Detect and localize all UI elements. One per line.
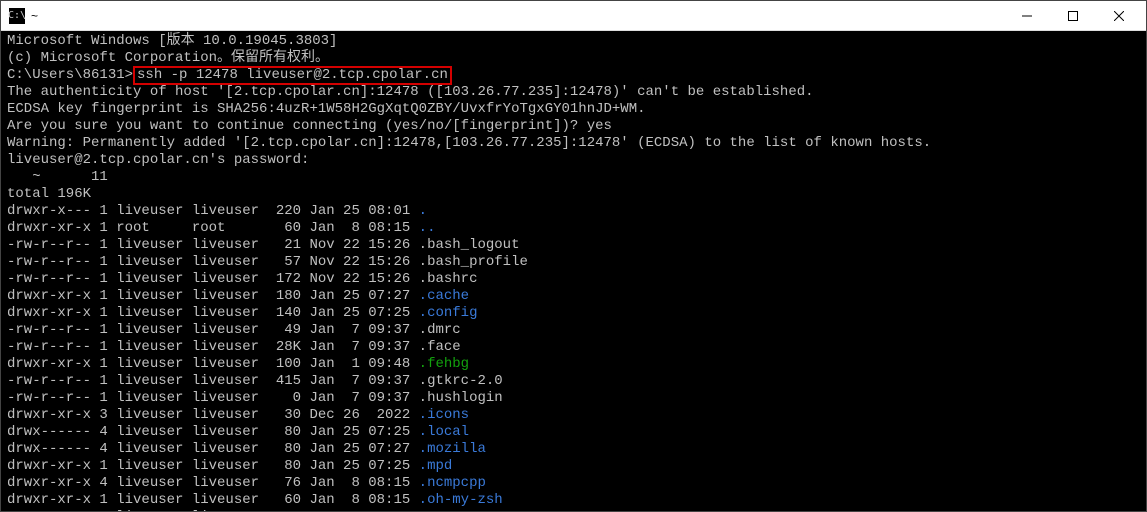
ls-row: drwxr-xr-x 1 root root 60 Jan 8 08:15 .. <box>7 220 1140 237</box>
ls-name: . <box>419 203 427 219</box>
ls-meta: drwxr-xr-x 3 liveuser liveuser 30 Dec 26… <box>7 407 419 423</box>
ls-meta: -rw-r--r-- 1 liveuser liveuser 28K Jan 7… <box>7 339 419 355</box>
ls-meta: -rw-r--r-- 1 liveuser liveuser 49 Jan 7 … <box>7 322 419 338</box>
ls-row: -rw-r--r-- 1 liveuser liveuser 49 Jan 7 … <box>7 322 1140 339</box>
ls-row: -rw-r--r-- 1 liveuser liveuser 57 Nov 22… <box>7 254 1140 271</box>
highlighted-command: ssh -p 12478 liveuser@2.tcp.cpolar.cn <box>133 66 452 85</box>
ls-name: .mozilla <box>419 441 486 457</box>
ls-row: drwxr-x--- 1 liveuser liveuser 220 Jan 2… <box>7 203 1140 220</box>
ls-name: .face <box>419 339 461 355</box>
ls-name: .icons <box>419 407 469 423</box>
ls-row: -rw-r--r-- 1 liveuser liveuser 21 Nov 22… <box>7 237 1140 254</box>
ls-meta: drwxr-xr-x 4 liveuser liveuser 76 Jan 8 … <box>7 475 419 491</box>
cmd-icon: C:\ <box>9 8 25 24</box>
ls-row: drwxr-xr-x 3 liveuser liveuser 30 Dec 26… <box>7 407 1140 424</box>
ls-meta: drwxr-xr-x 1 liveuser liveuser 80 Jan 25… <box>7 458 419 474</box>
ls-name: .ncmpcpp <box>419 475 486 491</box>
ls-meta: drwxr-x--- 1 liveuser liveuser 220 Jan 2… <box>7 203 419 219</box>
ls-row: drwx------ 4 liveuser liveuser 80 Jan 25… <box>7 441 1140 458</box>
ls-meta: drwx------ 4 liveuser liveuser 80 Jan 25… <box>7 441 419 457</box>
ls-meta: -rw-r--r-- 1 liveuser liveuser 0 Jan 7 0… <box>7 390 419 406</box>
ls-meta: drwxr-xr-x 1 liveuser liveuser 100 Jan 1… <box>7 356 419 372</box>
ls-row: drwxr-xr-x 4 liveuser liveuser 76 Jan 8 … <box>7 475 1140 492</box>
ls-name: .oh-my-zsh <box>419 492 503 508</box>
ls-name: .gtkrc-2.0 <box>419 373 503 389</box>
ls-name: .bash_logout <box>419 237 520 253</box>
ls-name: .config <box>419 305 478 321</box>
minimize-button[interactable] <box>1004 1 1050 31</box>
prompt: C:\Users\86131> <box>7 67 133 83</box>
ls-meta: -rw-r--r-- 1 liveuser liveuser 3.7K Aug … <box>7 509 419 511</box>
output-line: ECDSA key fingerprint is SHA256:4uzR+1W5… <box>7 101 1140 118</box>
ls-name: .mpd <box>419 458 453 474</box>
close-icon <box>1114 11 1124 21</box>
output-line: ~ 11 <box>7 169 1140 186</box>
output-line: The authenticity of host '[2.tcp.cpolar.… <box>7 84 1140 101</box>
ls-row: -rw-r--r-- 1 liveuser liveuser 3.7K Aug … <box>7 509 1140 511</box>
maximize-button[interactable] <box>1050 1 1096 31</box>
prompt-line: C:\Users\86131>ssh -p 12478 liveuser@2.t… <box>7 67 1140 84</box>
minimize-icon <box>1022 11 1032 21</box>
ls-meta: drwxr-xr-x 1 liveuser liveuser 60 Jan 8 … <box>7 492 419 508</box>
output-line: liveuser@2.tcp.cpolar.cn's password: <box>7 152 1140 169</box>
ls-name: .bashrc <box>419 271 478 287</box>
ls-row: drwxr-xr-x 1 liveuser liveuser 100 Jan 1… <box>7 356 1140 373</box>
ls-name: .dmrc <box>419 322 461 338</box>
ls-name: .local <box>419 424 469 440</box>
banner-line: Microsoft Windows [版本 10.0.19045.3803] <box>7 33 1140 50</box>
ls-row: -rw-r--r-- 1 liveuser liveuser 415 Jan 7… <box>7 373 1140 390</box>
banner-line: (c) Microsoft Corporation。保留所有权利。 <box>7 50 1140 67</box>
ls-meta: -rw-r--r-- 1 liveuser liveuser 57 Nov 22… <box>7 254 419 270</box>
window-title: ~ <box>31 9 38 23</box>
ls-name: .fehbg <box>419 356 469 372</box>
output-line: Are you sure you want to continue connec… <box>7 118 1140 135</box>
ls-meta: -rw-r--r-- 1 liveuser liveuser 21 Nov 22… <box>7 237 419 253</box>
ls-row: -rw-r--r-- 1 liveuser liveuser 28K Jan 7… <box>7 339 1140 356</box>
ls-meta: -rw-r--r-- 1 liveuser liveuser 415 Jan 7… <box>7 373 419 389</box>
title-bar[interactable]: C:\ ~ <box>1 1 1146 31</box>
ls-row: -rw-r--r-- 1 liveuser liveuser 0 Jan 7 0… <box>7 390 1140 407</box>
ls-name: .. <box>419 220 436 236</box>
output-line: total 196K <box>7 186 1140 203</box>
command-prompt-window: C:\ ~ Microsoft Windows [版本 10.0.19045.3… <box>0 0 1147 512</box>
ls-meta: drwxr-xr-x 1 liveuser liveuser 180 Jan 2… <box>7 288 419 304</box>
ls-name: .cache <box>419 288 469 304</box>
output-line: Warning: Permanently added '[2.tcp.cpola… <box>7 135 1140 152</box>
ls-meta: drwxr-xr-x 1 root root 60 Jan 8 08:15 <box>7 220 419 236</box>
ls-row: -rw-r--r-- 1 liveuser liveuser 172 Nov 2… <box>7 271 1140 288</box>
terminal-output[interactable]: Microsoft Windows [版本 10.0.19045.3803](c… <box>1 31 1146 511</box>
ls-name: .hushlogin <box>419 390 503 406</box>
maximize-icon <box>1068 11 1078 21</box>
ls-row: drwxr-xr-x 1 liveuser liveuser 80 Jan 25… <box>7 458 1140 475</box>
ls-meta: -rw-r--r-- 1 liveuser liveuser 172 Nov 2… <box>7 271 419 287</box>
ls-name: .screenrc <box>419 509 495 511</box>
ls-row: drwxr-xr-x 1 liveuser liveuser 140 Jan 2… <box>7 305 1140 322</box>
close-button[interactable] <box>1096 1 1142 31</box>
ls-row: drwxr-xr-x 1 liveuser liveuser 60 Jan 8 … <box>7 492 1140 509</box>
ls-meta: drwxr-xr-x 1 liveuser liveuser 140 Jan 2… <box>7 305 419 321</box>
ls-row: drwx------ 4 liveuser liveuser 80 Jan 25… <box>7 424 1140 441</box>
ls-row: drwxr-xr-x 1 liveuser liveuser 180 Jan 2… <box>7 288 1140 305</box>
ls-meta: drwx------ 4 liveuser liveuser 80 Jan 25… <box>7 424 419 440</box>
ls-name: .bash_profile <box>419 254 528 270</box>
